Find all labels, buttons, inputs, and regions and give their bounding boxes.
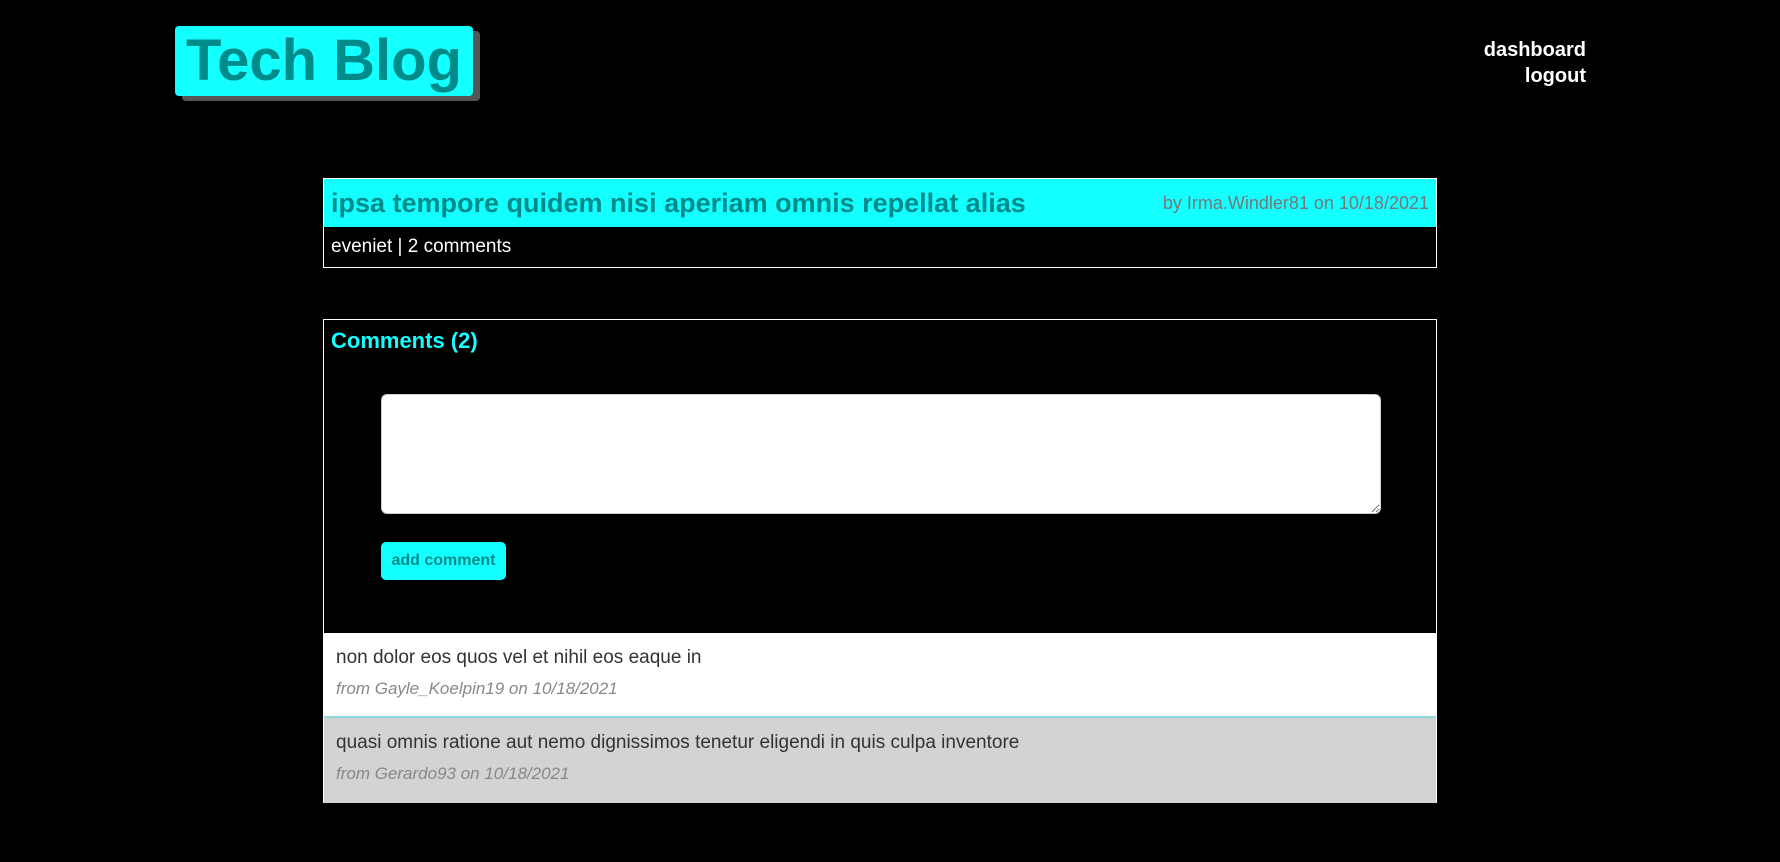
add-comment-button[interactable]: add comment: [381, 542, 506, 580]
post-card: ipsa tempore quidem nisi aperiam omnis r…: [323, 178, 1437, 268]
comment-list: non dolor eos quos vel et nihil eos eaqu…: [324, 633, 1436, 803]
comment-item: quasi omnis ratione aut nemo dignissimos…: [324, 718, 1436, 803]
logo-text: Tech Blog: [185, 28, 463, 93]
comment-text: quasi omnis ratione aut nemo dignissimos…: [336, 732, 1020, 753]
page: Tech Blog dashboard logout ipsa tempore …: [0, 0, 1780, 862]
logo-link[interactable]: Tech Blog: [175, 26, 473, 96]
top-nav: dashboard logout: [1484, 37, 1586, 89]
post-header: ipsa tempore quidem nisi aperiam omnis r…: [324, 179, 1436, 227]
comment-item: non dolor eos quos vel et nihil eos eaqu…: [324, 633, 1436, 718]
post-meta: by Irma.Windler81 on 10/18/2021: [1162, 192, 1429, 213]
comment-meta: from Gerardo93 on 10/18/2021: [336, 764, 570, 783]
comment-input[interactable]: [381, 394, 1381, 514]
nav-dashboard-link[interactable]: dashboard: [1484, 37, 1586, 63]
post-title: ipsa tempore quidem nisi aperiam omnis r…: [331, 187, 1026, 218]
comment-text: non dolor eos quos vel et nihil eos eaqu…: [336, 647, 702, 668]
nav-logout-link[interactable]: logout: [1484, 63, 1586, 89]
comments-title: Comments (2): [331, 328, 478, 353]
post-footer: eveniet | 2 comments: [331, 236, 512, 257]
comments-section: Comments (2) add comment non dolor eos q…: [323, 319, 1437, 803]
comment-meta: from Gayle_Koelpin19 on 10/18/2021: [336, 679, 618, 698]
